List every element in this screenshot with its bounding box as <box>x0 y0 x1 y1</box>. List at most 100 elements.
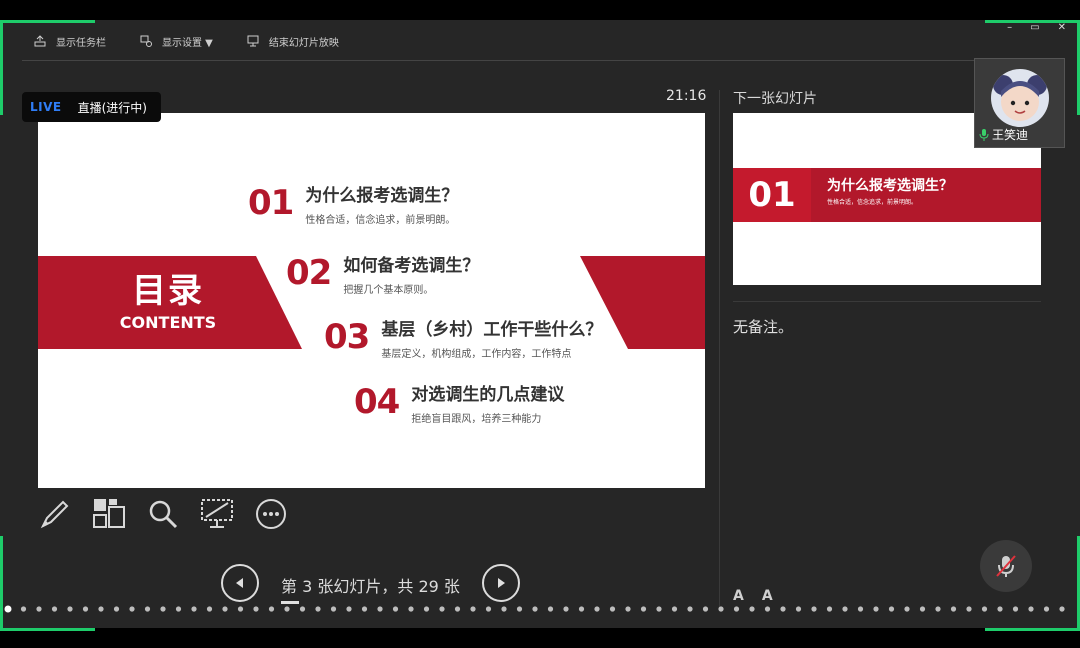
progress-dot <box>935 606 941 612</box>
zoom-icon <box>149 500 178 529</box>
progress-dot <box>191 606 197 612</box>
pane-divider[interactable] <box>719 90 720 610</box>
progress-dot <box>966 606 972 612</box>
progress-dot <box>516 606 523 612</box>
progress-dot <box>237 606 244 612</box>
more-options-icon <box>256 499 286 529</box>
decrease-font-button[interactable]: A <box>762 588 773 604</box>
progress-dot <box>904 606 910 612</box>
toc-item: 01 为什么报考选调生？ 性格合适，信念追求，前景明朗。 <box>248 186 458 226</box>
participant-name: 王笑迪 <box>992 128 1029 142</box>
pen-icon <box>40 500 69 529</box>
progress-dot <box>749 606 755 612</box>
toc-item: 02 如何备考选调生？ 把握几个基本原则。 <box>286 256 479 296</box>
progress-dot <box>780 606 786 612</box>
toc-title: 目录 <box>132 271 204 311</box>
toc-subtitle: CONTENTS <box>119 313 217 332</box>
frame-corner-tl <box>0 20 95 115</box>
frame-corner-bl <box>0 536 95 631</box>
progress-dot <box>361 606 368 612</box>
slide-counter[interactable]: 第 3 张幻灯片，共 29 张 <box>281 573 460 597</box>
progress-dot <box>718 606 724 612</box>
progress-dot <box>377 606 383 612</box>
progress-dot <box>454 606 461 612</box>
toolbar-divider <box>22 60 1040 61</box>
toc-item-number: 03 <box>324 317 370 357</box>
end-slide-show-button[interactable]: 结束幻灯片放映 <box>247 34 339 49</box>
toc-item: 03 基层（乡村）工作干些什么？ 基层定义，机构组成，工作内容，工作特点 <box>324 320 602 360</box>
next-slide-icon <box>498 578 505 588</box>
progress-dot <box>253 606 259 612</box>
progress-dot <box>439 606 445 612</box>
progress-dot <box>485 606 492 612</box>
progress-dot <box>687 606 693 612</box>
display-settings-button[interactable]: 显示设置 ▼ <box>140 34 213 49</box>
progress-dot <box>160 606 166 612</box>
speaker-notes[interactable]: 无备注。 <box>733 316 793 337</box>
progress-dot <box>888 606 895 612</box>
progress-dot <box>470 606 476 612</box>
toc-item-title: 如何备考选调生？ <box>343 256 480 276</box>
next-slide-label: 下一张幻灯片 <box>733 91 817 107</box>
presenter-toolbar: 显示任务栏 显示设置 ▼ 结束幻灯片放映 <box>0 20 1080 62</box>
slide-navigation: 第 3 张幻灯片，共 29 张 <box>221 564 521 604</box>
progress-dot <box>594 606 600 612</box>
progress-dot <box>547 606 554 612</box>
progress-dot <box>950 606 957 612</box>
progress-dot <box>315 606 321 612</box>
progress-dot <box>330 606 337 612</box>
frame-corner-tr <box>985 20 1080 115</box>
zoom-button[interactable] <box>146 496 180 532</box>
see-all-slides-icon <box>93 499 125 528</box>
toc-item-title: 基层（乡村）工作干些什么？ <box>381 320 603 340</box>
black-screen-button[interactable] <box>200 496 234 532</box>
progress-dot <box>175 606 182 612</box>
toc-item-title: 对选调生的几点建议 <box>411 385 565 405</box>
toc-item: 04 对选调生的几点建议 拒绝盲目跟风，培养三种能力 <box>354 385 564 425</box>
display-settings-label: 显示设置 ▼ <box>162 37 213 49</box>
progress-dot <box>408 606 414 612</box>
toc-item-desc: 把握几个基本原则。 <box>343 285 434 296</box>
progress-dot <box>795 606 802 612</box>
progress-dot <box>206 606 213 612</box>
progress-dot <box>671 606 678 612</box>
participant-mic-icon <box>979 128 989 141</box>
clock: 21:16 <box>666 88 707 104</box>
see-all-slides-button[interactable] <box>92 496 126 532</box>
progress-dot <box>873 606 879 612</box>
more-options-button[interactable] <box>254 496 288 532</box>
progress-dot <box>733 606 740 612</box>
progress-dot <box>423 606 430 612</box>
previous-slide-button[interactable] <box>221 564 259 602</box>
progress-dot <box>640 606 647 612</box>
progress-dot <box>284 606 290 612</box>
frame-corner-br <box>985 536 1080 631</box>
progress-dot <box>346 606 352 612</box>
progress-dot <box>144 606 151 612</box>
notes-divider <box>733 301 1041 302</box>
progress-dot <box>98 606 104 612</box>
current-slide: 目录 CONTENTS 01 为什么报考选调生？ 性格合适，信念追求，前景明朗。… <box>38 113 705 488</box>
prev-slide-icon <box>236 578 243 588</box>
progress-dot <box>842 606 848 612</box>
progress-dot <box>702 606 709 612</box>
progress-dot <box>578 606 585 612</box>
pen-tool-button[interactable] <box>38 496 72 532</box>
toc-item-number: 02 <box>286 253 332 293</box>
next-slide-button[interactable] <box>482 564 520 602</box>
toc-item-desc: 基层定义，机构组成，工作内容，工作特点 <box>381 349 572 360</box>
end-show-icon <box>247 35 259 47</box>
progress-dot <box>268 606 275 612</box>
thumb-desc: 性格合适，信念追求，前景明朗。 <box>827 199 918 206</box>
increase-font-button[interactable]: A <box>733 588 744 604</box>
thumb-title: 为什么报考选调生？ <box>827 178 953 194</box>
progress-dot <box>609 606 616 612</box>
progress-dot <box>764 606 771 612</box>
toc-item-number: 01 <box>248 183 294 223</box>
progress-dot <box>656 606 662 612</box>
presenter-view: 显示任务栏 显示设置 ▼ 结束幻灯片放映 – ▭ ✕ 21:16 目录 CONT… <box>0 20 1080 628</box>
participant-name-row: 王笑迪 <box>979 126 1028 143</box>
slide-tools <box>38 496 288 532</box>
progress-dot <box>811 606 817 612</box>
progress-dot <box>532 606 538 612</box>
